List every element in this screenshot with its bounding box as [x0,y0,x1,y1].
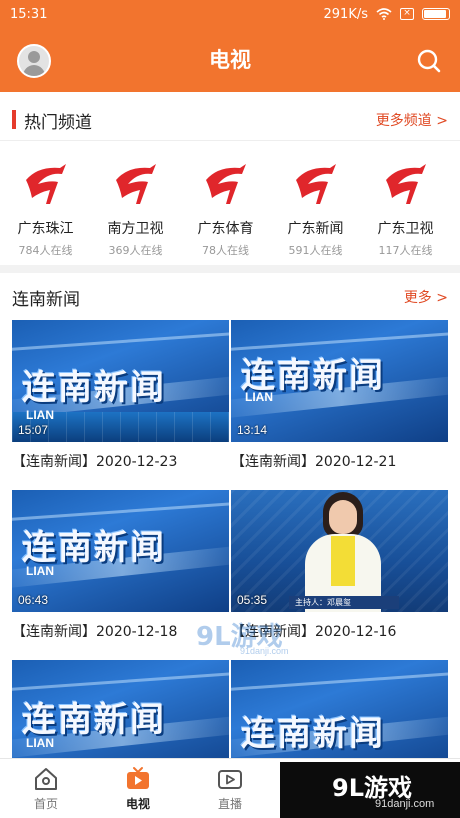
site-watermark: 9L游戏 91danji.com [280,762,460,818]
channel-item[interactable]: 广东新闻 591人在线 [271,150,360,262]
live-video-icon [218,770,242,789]
gdtv-logo-icon [295,164,336,204]
wifi-icon [376,8,392,20]
channel-name: 南方卫视 [107,221,164,237]
gdtv-logo-icon [385,164,426,204]
more-channels-link[interactable]: 更多频道 > [376,110,448,130]
channel-viewers: 591人在线 [288,244,343,257]
watermark-url: 91danji.com [240,646,289,656]
sim-x-icon: × [400,8,414,20]
watermark-overlay: 9L游戏 91danji.com [196,616,306,660]
thumb-sub-text: LIAN [26,736,54,750]
section-marker [12,110,16,129]
thumb-logo-text: 连南新闻 [22,368,166,408]
video-thumbnail[interactable]: 连南新闻 LIAN 15:07 [12,320,229,442]
video-duration: 06:43 [18,593,49,607]
search-icon[interactable] [416,48,442,74]
tv-icon [127,767,149,789]
app-bar: 电视 [0,28,460,92]
tab-label: 首页 [33,797,58,811]
video-duration: 15:07 [18,423,49,437]
thumb-sub-text: LIAN [26,564,54,578]
hot-channel-list: 广东珠江 784人在线 南方卫视 369人在线 广东体育 78人在线 广东新闻 … [0,150,460,262]
channel-item[interactable]: 广东珠江 784人在线 [1,150,90,262]
channel-name: 广东卫视 [377,221,434,237]
channel-viewers: 78人在线 [202,244,249,257]
gdtv-logo-icon [205,164,246,204]
gdtv-logo-icon [115,164,156,204]
lower-third-caption: 主持人：邓晨玺 [289,596,399,609]
channel-item[interactable]: 广东体育 78人在线 [181,150,270,262]
status-time: 15:31 [10,6,48,22]
video-title[interactable]: 【连南新闻】2020-12-23 [12,451,177,471]
news-section-header: 连南新闻 更多 > [0,276,460,316]
more-news-link[interactable]: 更多 > [404,287,448,307]
video-thumbnail[interactable]: 连南新闻 LIAN 06:43 [12,490,229,612]
network-speed: 291K/s [323,6,369,22]
tab-tv[interactable]: 电视 [92,759,184,818]
section-separator [0,265,460,273]
thumb-sub-text: LIAN [245,390,273,404]
channel-viewers: 784人在线 [18,244,73,257]
thumb-logo-text: 连南新闻 [241,714,385,754]
video-duration: 05:35 [237,593,268,607]
status-bar: 15:31 291K/s × [0,0,460,28]
channel-item[interactable]: 广东卫视 117人在线 [361,150,450,262]
video-thumbnail[interactable]: 连南新闻 LIAN 13:14 [231,320,448,442]
tab-label: 电视 [125,797,150,811]
channel-name: 广东新闻 [287,221,344,237]
gdtv-logo-icon [25,164,66,204]
thumb-logo-text: 连南新闻 [22,700,166,740]
video-title[interactable]: 【连南新闻】2020-12-18 [12,621,177,641]
tab-live[interactable]: 直播 [184,759,276,818]
hot-channels-title: 热门频道 [24,113,92,133]
battery-icon [422,8,450,20]
video-duration: 13:14 [237,423,268,437]
hot-channels-header: 热门频道 更多频道 > [0,99,460,139]
home-icon [35,768,57,790]
channel-name: 广东体育 [197,221,254,237]
channel-viewers: 369人在线 [108,244,163,257]
page-title: 电视 [209,48,251,72]
video-title[interactable]: 【连南新闻】2020-12-21 [231,451,396,471]
divider [0,140,460,141]
thumb-sub-text: LIAN [26,408,54,422]
tab-label: 直播 [217,797,242,811]
thumb-logo-text: 连南新闻 [22,528,166,568]
video-thumbnail[interactable]: 主持人：邓晨玺 05:35 [231,490,448,612]
channel-name: 广东珠江 [17,221,74,237]
tab-home[interactable]: 首页 [0,759,92,818]
news-section-title: 连南新闻 [12,290,80,310]
channel-item[interactable]: 南方卫视 369人在线 [91,150,180,262]
channel-viewers: 117人在线 [378,244,433,257]
watermark-url: 91danji.com [375,798,435,810]
